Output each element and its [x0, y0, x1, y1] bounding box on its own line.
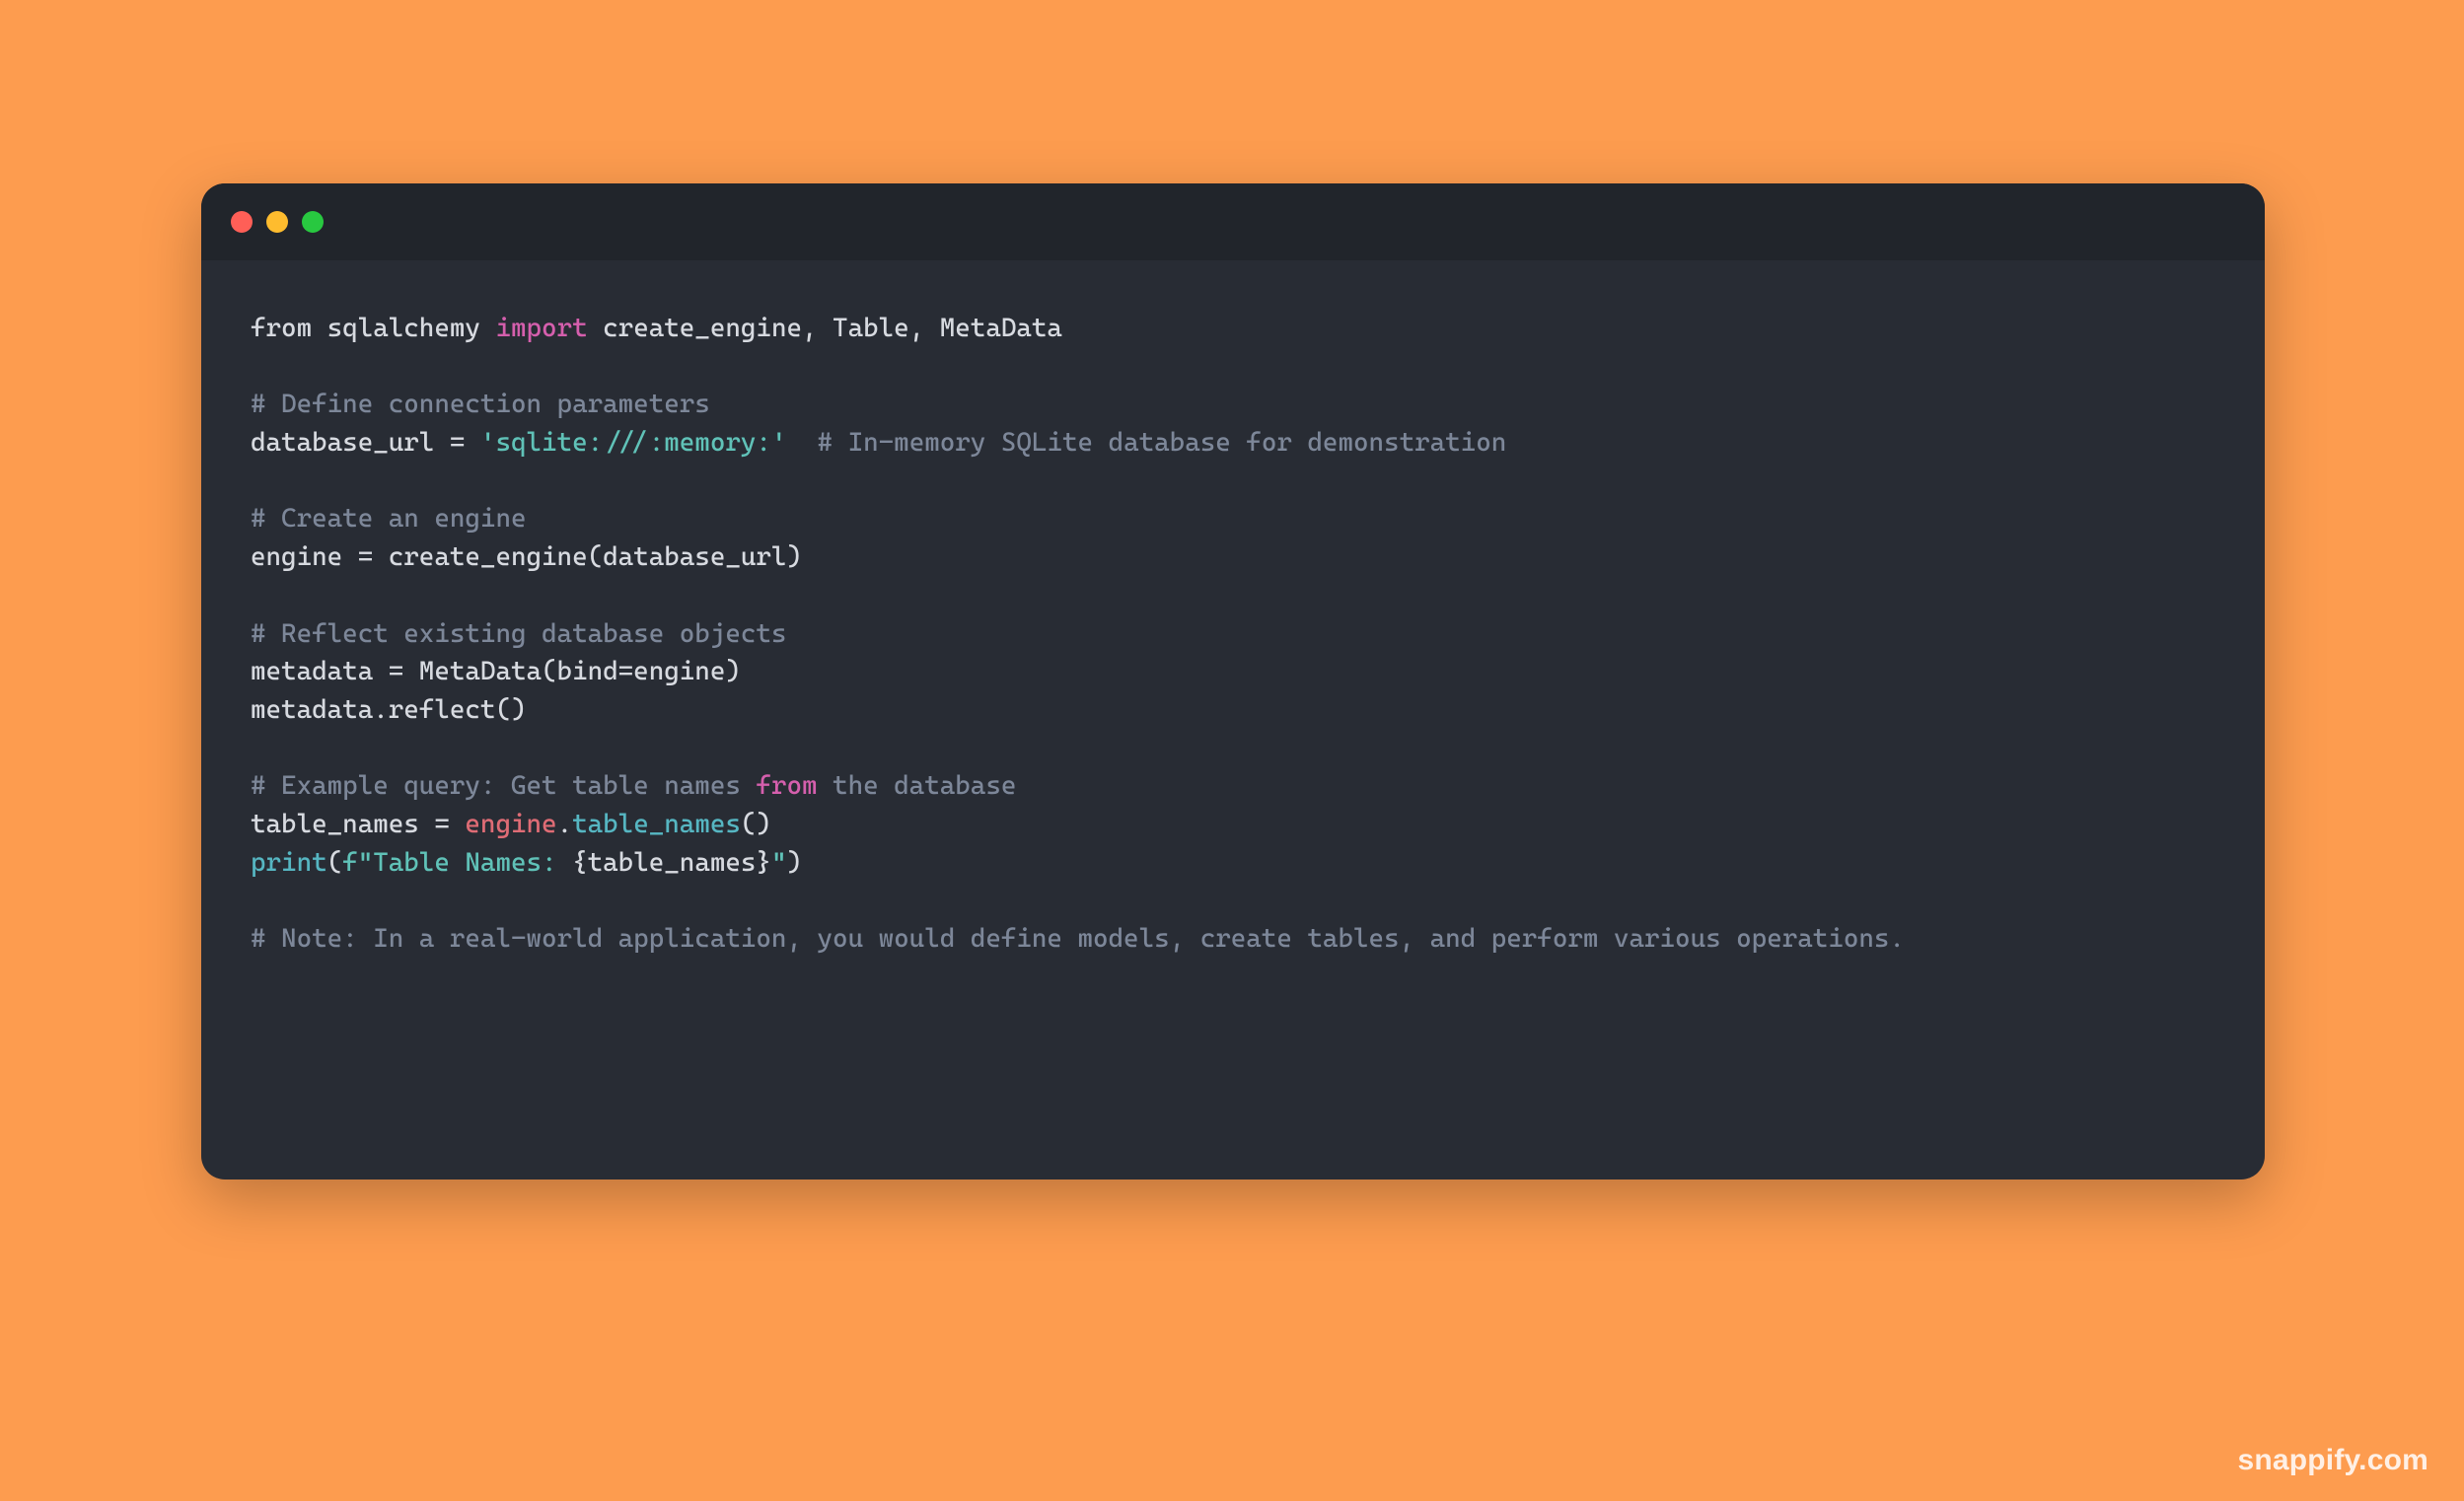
comment: # Create an engine	[251, 503, 527, 534]
code-text	[786, 427, 817, 458]
comment: # Reflect existing database objects	[251, 618, 786, 649]
string: "	[771, 847, 787, 878]
string: 'sqlite:///:memory:'	[480, 427, 787, 458]
code-text: .	[557, 809, 573, 839]
code-text: sqlalchemy	[312, 313, 495, 343]
code-text: table_names =	[251, 809, 465, 839]
comment: # In-memory SQLite database for demonstr…	[818, 427, 1507, 458]
minimize-icon[interactable]	[266, 211, 288, 233]
code-text: engine = create_engine(database_url)	[251, 541, 802, 572]
window-titlebar	[201, 183, 2265, 260]
code-text: )	[786, 847, 802, 878]
string: f"Table Names:	[342, 847, 572, 878]
comment: # Define connection parameters	[251, 389, 710, 419]
watermark: snappify.com	[2237, 1444, 2428, 1477]
comment: the database	[818, 770, 1017, 801]
code-text: (	[327, 847, 343, 878]
code-text: ()	[741, 809, 771, 839]
code-text: metadata.reflect()	[251, 694, 527, 725]
method: table_names	[572, 809, 741, 839]
code-text: {table_names}	[572, 847, 771, 878]
function: print	[251, 847, 327, 878]
comment: # Example query: Get table names	[251, 770, 756, 801]
code-text: database_url =	[251, 427, 480, 458]
code-text: from	[251, 313, 312, 343]
code-window: from sqlalchemy import create_engine, Ta…	[201, 183, 2265, 1179]
code-text: create_engine, Table, MetaData	[588, 313, 1062, 343]
code-block: from sqlalchemy import create_engine, Ta…	[201, 260, 2265, 1008]
object: engine	[465, 809, 556, 839]
code-text: metadata = MetaData(bind=engine)	[251, 656, 741, 686]
keyword: from	[756, 770, 817, 801]
comment: # Note: In a real-world application, you…	[251, 923, 1905, 954]
maximize-icon[interactable]	[302, 211, 324, 233]
close-icon[interactable]	[231, 211, 253, 233]
keyword: import	[495, 313, 587, 343]
